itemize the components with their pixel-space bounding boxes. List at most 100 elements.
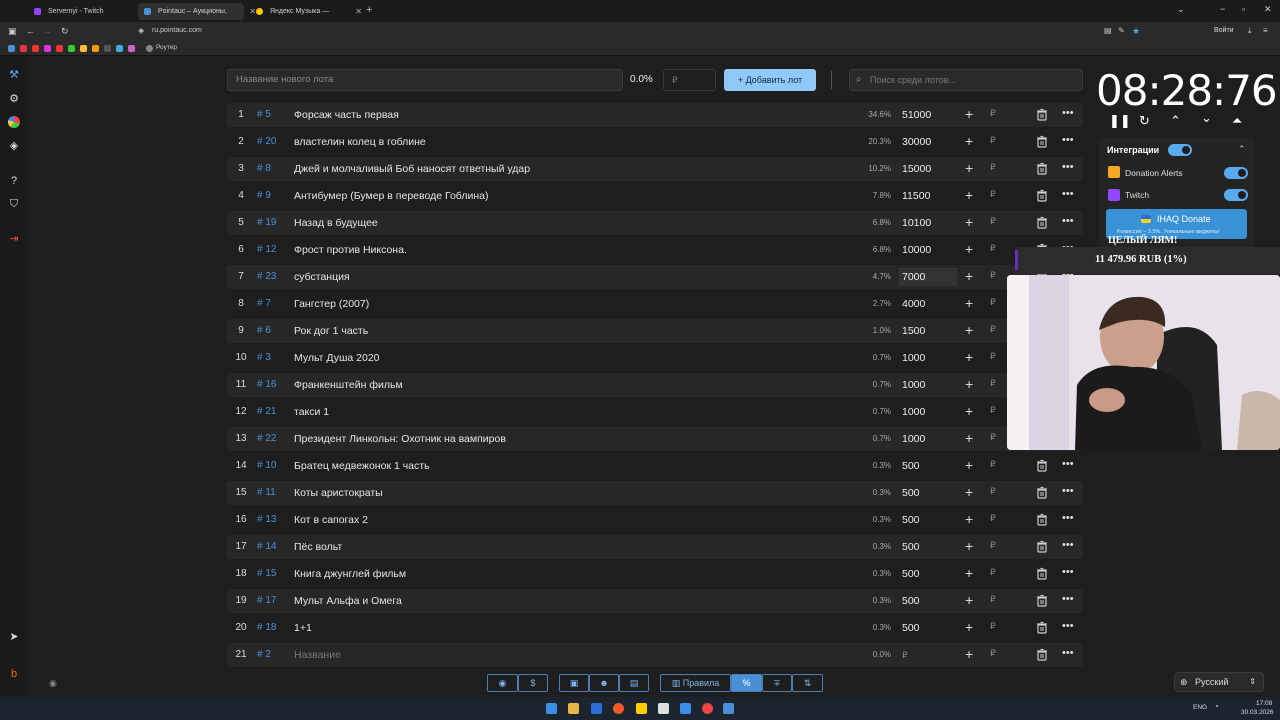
maximize-button[interactable]: ▫ xyxy=(1242,4,1245,14)
login-button[interactable]: Войти xyxy=(1214,27,1234,34)
lot-currency-input[interactable]: ₽ xyxy=(990,567,996,578)
bookmark-icon[interactable] xyxy=(56,45,63,52)
wheel-icon[interactable] xyxy=(8,116,20,128)
more-options-icon[interactable]: ••• xyxy=(1062,107,1074,119)
lot-currency-input[interactable]: ₽ xyxy=(990,135,996,146)
lot-id-link[interactable]: # 13 xyxy=(257,514,276,525)
lot-name-input[interactable]: Название xyxy=(294,649,341,661)
bookmark-icon[interactable] xyxy=(104,45,111,52)
lot-name-input[interactable]: субстанция xyxy=(294,271,350,283)
lot-currency-input[interactable]: ₽ xyxy=(990,621,996,632)
lot-name-input[interactable]: Коты аристократы xyxy=(294,487,383,499)
bookmark-icon[interactable] xyxy=(20,45,27,52)
lot-name-input[interactable]: Франкенштейн фильм xyxy=(294,379,403,391)
lot-currency-input[interactable]: ₽ xyxy=(990,297,996,308)
lot-currency-input[interactable]: ₽ xyxy=(990,648,996,659)
tab-pointauc[interactable]: Pointauc – Аукционы, лотере ✕ xyxy=(138,3,256,32)
trash-icon[interactable] xyxy=(1035,162,1049,176)
bookmark-icon[interactable] xyxy=(128,45,135,52)
lot-amount-input[interactable]: 51000 xyxy=(899,106,957,124)
new-lot-input[interactable]: Название нового лота xyxy=(227,69,623,91)
star-icon[interactable]: ★ xyxy=(1132,26,1140,37)
reload-button[interactable]: ↻ xyxy=(61,26,69,37)
lot-id-link[interactable]: # 19 xyxy=(257,217,276,228)
layers-icon[interactable]: ◈ xyxy=(8,140,20,152)
more-options-icon[interactable]: ••• xyxy=(1062,215,1074,227)
add-amount-button[interactable]: + xyxy=(965,376,973,392)
double-chevron-up-icon[interactable]: ⏶ xyxy=(1232,113,1242,129)
bookmark-icon[interactable] xyxy=(44,45,51,52)
trash-icon[interactable] xyxy=(1035,216,1049,230)
language-select[interactable]: ⊕ Русский ⇕ xyxy=(1174,672,1264,692)
lot-name-input[interactable]: Форсаж часть первая xyxy=(294,109,399,121)
twitch-toggle[interactable] xyxy=(1224,189,1248,201)
lot-amount-input[interactable]: 500 xyxy=(899,565,957,583)
lot-name-input[interactable]: Пёс вольт xyxy=(294,541,342,553)
add-amount-button[interactable]: + xyxy=(965,565,973,581)
lot-id-link[interactable]: # 23 xyxy=(257,271,276,282)
lot-currency-input[interactable]: ₽ xyxy=(990,432,996,443)
lot-currency-input[interactable]: ₽ xyxy=(990,351,996,362)
menu-icon[interactable]: ≡ xyxy=(1263,26,1268,35)
bookmark-icon[interactable] xyxy=(92,45,99,52)
trash-icon[interactable] xyxy=(1035,567,1049,581)
lot-amount-input[interactable]: 1500 xyxy=(899,322,957,340)
back-button[interactable]: ← xyxy=(26,26,35,36)
more-options-icon[interactable]: ••• xyxy=(1062,458,1074,470)
lot-amount-input[interactable]: 11500 xyxy=(899,187,957,205)
lot-currency-input[interactable]: ₽ xyxy=(990,108,996,119)
trash-icon[interactable] xyxy=(1035,540,1049,554)
lot-name-input[interactable]: Назад в будущее xyxy=(294,217,378,229)
more-options-icon[interactable]: ••• xyxy=(1062,593,1074,605)
lot-currency-input[interactable]: ₽ xyxy=(990,324,996,335)
windows-start-icon[interactable] xyxy=(546,703,557,714)
lot-currency-input[interactable]: ₽ xyxy=(990,189,996,200)
app-icon[interactable] xyxy=(591,703,602,714)
rules-button[interactable]: ▥ Правила xyxy=(660,674,731,692)
lot-amount-input[interactable]: 1000 xyxy=(899,430,957,448)
github-button[interactable]: ◉ xyxy=(487,674,518,692)
lot-amount-input[interactable]: 1000 xyxy=(899,349,957,367)
lot-id-link[interactable]: # 18 xyxy=(257,622,276,633)
bookmark-router[interactable]: Роутер xyxy=(156,44,177,51)
lot-amount-input[interactable]: 7000 xyxy=(899,268,957,286)
reader-icon[interactable]: ▤ xyxy=(1104,26,1112,35)
lot-id-link[interactable]: # 14 xyxy=(257,541,276,552)
lot-name-input[interactable]: властелин колец в гоблине xyxy=(294,136,426,148)
trash-icon[interactable] xyxy=(1035,621,1049,635)
tab-yandex-music[interactable]: Яндекс Музыка — собира ✕ xyxy=(250,3,362,32)
more-options-icon[interactable]: ••• xyxy=(1062,512,1074,524)
add-amount-button[interactable]: + xyxy=(965,133,973,149)
lot-id-link[interactable]: # 8 xyxy=(257,163,271,174)
lot-currency-input[interactable]: ₽ xyxy=(990,162,996,173)
lot-amount-input[interactable]: ₽ xyxy=(899,646,957,664)
chevron-up-icon[interactable]: ⌃ xyxy=(1238,144,1246,155)
lot-id-link[interactable]: # 7 xyxy=(257,298,271,309)
lot-id-link[interactable]: # 22 xyxy=(257,433,276,444)
lot-name-input[interactable]: такси 1 xyxy=(294,406,329,418)
lot-id-link[interactable]: # 5 xyxy=(257,109,271,120)
lot-currency-input[interactable]: ₽ xyxy=(990,216,996,227)
split-button[interactable]: ∓ xyxy=(762,674,792,692)
add-amount-button[interactable]: + xyxy=(965,214,973,230)
lot-amount-input[interactable]: 1000 xyxy=(899,403,957,421)
save-button[interactable]: ▣ xyxy=(559,674,589,692)
logout-icon[interactable]: ⇥ xyxy=(8,233,20,245)
add-amount-button[interactable]: + xyxy=(965,457,973,473)
file-explorer-icon[interactable] xyxy=(568,703,579,714)
more-options-icon[interactable]: ••• xyxy=(1062,134,1074,146)
bookmark-icon[interactable] xyxy=(32,45,39,52)
eye-icon[interactable]: ◉ xyxy=(49,678,57,689)
tray-language[interactable]: ENG xyxy=(1193,704,1207,711)
trash-icon[interactable] xyxy=(1035,459,1049,473)
lot-currency-input[interactable]: ₽ xyxy=(990,594,996,605)
lot-id-link[interactable]: # 3 xyxy=(257,352,271,363)
lot-name-input[interactable]: Рок дог 1 часть xyxy=(294,325,368,337)
lot-currency-input[interactable]: ₽ xyxy=(990,459,996,470)
add-amount-button[interactable]: + xyxy=(965,403,973,419)
steam-icon[interactable] xyxy=(723,703,734,714)
app-icon[interactable] xyxy=(702,703,713,714)
lot-id-link[interactable]: # 6 xyxy=(257,325,271,336)
trash-icon[interactable] xyxy=(1035,486,1049,500)
lot-amount-input[interactable]: 500 xyxy=(899,457,957,475)
